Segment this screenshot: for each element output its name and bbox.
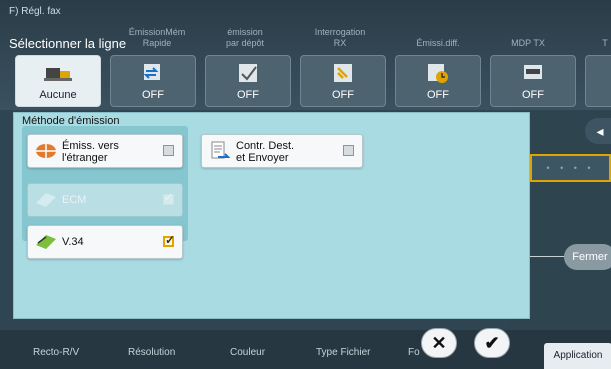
option-v34[interactable]: V.34 <box>27 225 183 259</box>
dots-field[interactable]: • • • • <box>530 154 611 182</box>
v34-icon <box>36 235 56 249</box>
tab-value: Aucune <box>39 89 77 101</box>
tab-title-polling-deposit: émission par dépôt <box>225 27 265 48</box>
overseas-tx-icon <box>36 144 56 158</box>
tab-title-overflow: T <box>602 38 608 48</box>
dialog-title: Méthode d'émission <box>22 115 120 127</box>
checkmark-icon: ✔ <box>484 333 500 353</box>
close-button[interactable]: Fermer <box>564 244 611 270</box>
option-label: V.34 <box>62 236 84 248</box>
footer-file-type[interactable]: Type Fichier <box>316 347 370 358</box>
option-ecm: ECM <box>27 183 183 217</box>
tab-password-tx[interactable]: OFF <box>490 55 576 107</box>
password-tx-icon <box>524 65 542 79</box>
checkbox[interactable] <box>343 145 354 156</box>
tab-timer-tx[interactable]: OFF <box>395 55 481 107</box>
window-title: F) Régl. fax <box>9 6 61 17</box>
tab-value: OFF <box>142 89 164 101</box>
footer-bar <box>0 330 611 369</box>
timer-tx-icon <box>428 64 448 83</box>
checkbox[interactable] <box>163 145 174 156</box>
ecm-icon <box>36 193 56 207</box>
option-label: ECM <box>62 194 87 206</box>
close-icon: ✕ <box>431 333 447 353</box>
tab-title-quick-memory: ÉmissionMém Rapide <box>128 27 186 48</box>
tab-value: OFF <box>237 89 259 101</box>
polling-deposit-icon <box>239 64 257 82</box>
tab-value: OFF <box>332 89 354 101</box>
tab-title-password-tx: MDP TX <box>511 38 545 48</box>
option-overseas-tx[interactable]: Émiss. vers l'étranger <box>27 134 183 168</box>
checkbox <box>163 191 174 205</box>
option-check-dest[interactable]: Contr. Dest. et Envoyer <box>201 134 363 168</box>
tab-quick-memory-tx[interactable]: OFF <box>110 55 196 107</box>
tab-value: OFF <box>522 89 544 101</box>
checkbox[interactable] <box>163 233 175 247</box>
tab-value: OFF <box>427 89 449 101</box>
tab-polling-rx[interactable]: OFF <box>300 55 386 107</box>
option-label: Contr. Dest. et Envoyer <box>236 140 295 164</box>
footer-application-tab[interactable]: Application <box>544 343 611 369</box>
tab-overflow[interactable] <box>585 55 611 107</box>
quick-memory-tx-icon <box>143 64 160 80</box>
footer-duplex[interactable]: Recto-R/V <box>33 347 79 358</box>
check-dest-icon <box>211 141 231 159</box>
option-label: Émiss. vers l'étranger <box>62 140 119 164</box>
line-select-icon <box>44 68 72 81</box>
footer-color[interactable]: Couleur <box>230 347 265 358</box>
cancel-button[interactable]: ✕ <box>421 328 457 358</box>
tab-title-polling-rx: Interrogation RX <box>314 27 366 48</box>
footer-resolution[interactable]: Résolution <box>128 347 175 358</box>
back-arrow-button[interactable]: ◂ <box>585 118 611 144</box>
polling-rx-icon <box>334 64 352 82</box>
ok-button[interactable]: ✔ <box>474 328 510 358</box>
tab-polling-deposit[interactable]: OFF <box>205 55 291 107</box>
tab-title-timer-tx: Émissi.diff. <box>416 38 460 48</box>
select-line-label: Sélectionner la ligne <box>9 36 127 51</box>
footer-more[interactable]: Fo <box>408 347 420 358</box>
tab-line-select[interactable]: Aucune <box>15 55 101 107</box>
